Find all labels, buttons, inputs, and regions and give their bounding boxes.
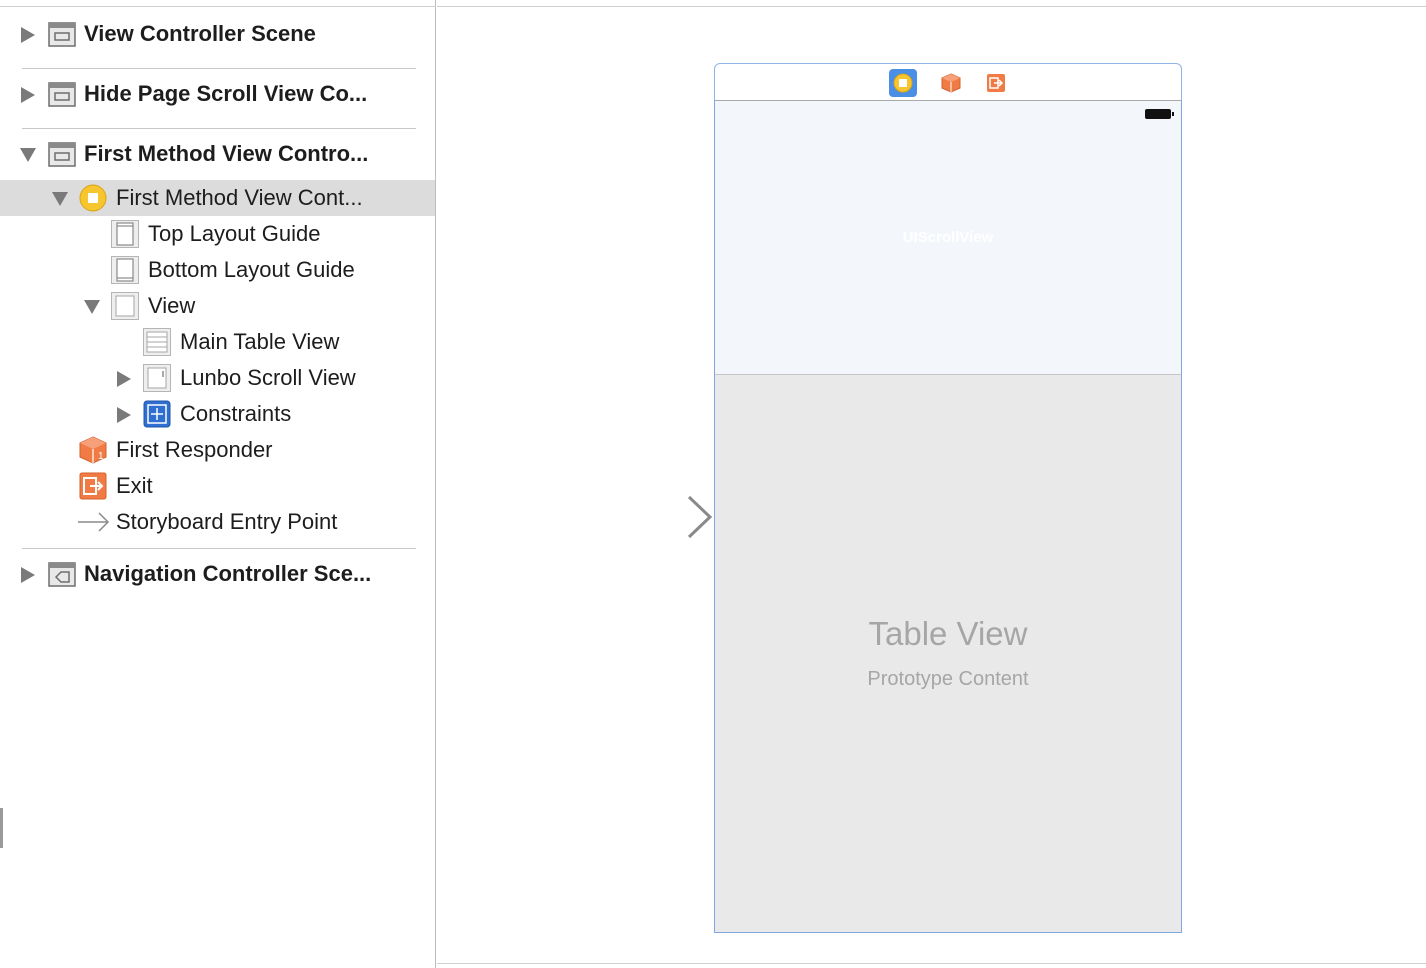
outline-item-label: View (148, 293, 196, 318)
outline-item-first-responder[interactable]: 1 First Responder (0, 432, 435, 468)
first-responder-icon[interactable] (937, 69, 965, 97)
outline-item-label: Storyboard Entry Point (116, 509, 338, 534)
scene-separator (22, 548, 416, 549)
disclosure-triangle-collapsed-icon[interactable] (117, 407, 131, 423)
outline-item-first-method-view-controller[interactable]: First Method View Cont... (0, 180, 435, 216)
view-controller-icon[interactable] (889, 69, 917, 97)
scroll-view-label: UIScrollView (902, 229, 994, 246)
disclosure-triangle-collapsed-icon[interactable] (21, 87, 35, 103)
storyboard-canvas[interactable]: UIScrollView Table View Prototype Conten… (437, 0, 1426, 968)
outline-item-label: First Method View Cont... (116, 185, 363, 210)
constraints-icon (143, 400, 171, 428)
bottom-layout-guide-icon (111, 256, 139, 284)
scene-icon (48, 82, 76, 107)
outline-item-constraints[interactable]: Constraints (0, 396, 435, 432)
table-view-icon (143, 328, 171, 356)
outline-item-label: Hide Page Scroll View Co... (84, 81, 368, 106)
svg-text:1: 1 (98, 451, 104, 462)
outline-item-label: First Responder (116, 437, 273, 462)
scene-icon (48, 22, 76, 47)
entry-point-arrow-icon (78, 512, 110, 532)
outline-item-label: View Controller Scene (84, 21, 316, 46)
disclosure-triangle-collapsed-icon[interactable] (117, 371, 131, 387)
scroll-view-icon (143, 364, 171, 392)
canvas-bottom-divider (437, 963, 1426, 964)
disclosure-triangle-collapsed-icon[interactable] (21, 567, 35, 583)
view-icon (111, 292, 139, 320)
outline-item-label: Constraints (180, 401, 292, 426)
document-outline: View Controller Scene Hide Page Scroll V… (0, 0, 436, 968)
first-responder-icon: 1 (79, 436, 107, 464)
exit-icon[interactable] (982, 69, 1010, 97)
storyboard-entry-arrow-icon[interactable] (587, 494, 717, 542)
outline-item-label: First Method View Contro... (84, 141, 369, 166)
outline-item-label: Main Table View (180, 329, 340, 354)
outline-item-bottom-layout-guide[interactable]: Bottom Layout Guide (0, 252, 435, 288)
window-edge-indicator (0, 808, 3, 848)
view-controller-icon (79, 184, 107, 212)
outline-item-exit[interactable]: Exit (0, 468, 435, 504)
outline-item-label: Exit (116, 473, 153, 498)
outline-item-first-method-scene[interactable]: First Method View Contro... (0, 136, 435, 172)
disclosure-triangle-expanded-icon[interactable] (84, 300, 100, 314)
exit-icon (79, 472, 107, 500)
top-layout-guide-icon (111, 220, 139, 248)
view-controller-frame[interactable]: UIScrollView Table View Prototype Conten… (714, 101, 1182, 933)
scroll-view[interactable]: UIScrollView (715, 101, 1181, 375)
table-view-subtitle: Prototype Content (867, 668, 1029, 690)
outline-item-top-layout-guide[interactable]: Top Layout Guide (0, 216, 435, 252)
outline-item-label: Lunbo Scroll View (180, 365, 356, 390)
outline-item-view-controller-scene[interactable]: View Controller Scene (0, 16, 435, 52)
scene-dock (714, 63, 1182, 101)
disclosure-triangle-expanded-icon[interactable] (52, 192, 68, 206)
navigation-scene-icon (48, 562, 76, 587)
disclosure-triangle-collapsed-icon[interactable] (21, 27, 35, 43)
outline-item-main-table-view[interactable]: Main Table View (0, 324, 435, 360)
outline-item-storyboard-entry-point[interactable]: Storyboard Entry Point (0, 504, 435, 540)
battery-icon (1145, 109, 1174, 119)
outline-item-navigation-controller-scene[interactable]: Navigation Controller Sce... (0, 556, 435, 592)
outline-item-lunbo-scroll-view[interactable]: Lunbo Scroll View (0, 360, 435, 396)
table-view-title: Table View (868, 615, 1028, 652)
outline-item-label: Top Layout Guide (148, 221, 321, 246)
canvas-top-divider (437, 6, 1426, 7)
outline-top-divider (0, 6, 436, 7)
outline-item-view[interactable]: View (0, 288, 435, 324)
disclosure-triangle-expanded-icon[interactable] (20, 148, 36, 162)
outline-item-hide-page-scroll-scene[interactable]: Hide Page Scroll View Co... (0, 76, 435, 112)
outline-item-label: Navigation Controller Sce... (84, 561, 372, 586)
scene-separator (22, 68, 416, 69)
scene-separator (22, 128, 416, 129)
scene-icon (48, 142, 76, 167)
outline-item-label: Bottom Layout Guide (148, 257, 355, 282)
